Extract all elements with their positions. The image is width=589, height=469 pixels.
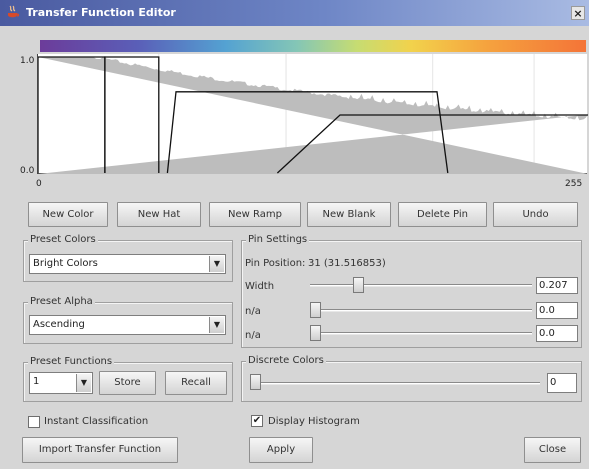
na2-label: n/a	[245, 330, 261, 341]
na2-slider-track[interactable]	[310, 332, 532, 335]
preset-alpha-group: Preset Alpha Ascending ▼	[23, 296, 233, 344]
preset-functions-group: Preset Functions 1 ▼ Store Recall	[23, 356, 233, 402]
delete-pin-button[interactable]: Delete Pin	[398, 202, 487, 227]
pin-settings-group: Pin Settings Pin Position: 31 (31.516853…	[241, 234, 582, 348]
width-slider-thumb[interactable]	[353, 277, 364, 293]
preset-functions-value: 1	[33, 376, 40, 387]
display-histogram-checkbox[interactable]: ✔	[251, 415, 263, 427]
undo-button[interactable]: Undo	[493, 202, 578, 227]
width-label: Width	[245, 281, 275, 292]
width-value-field[interactable]: 0.207	[536, 277, 578, 294]
na1-value-field[interactable]: 0.0	[536, 302, 578, 319]
discrete-colors-slider-track[interactable]	[250, 382, 540, 385]
instant-classification-label: Instant Classification	[44, 416, 149, 427]
checkmark-icon: ✔	[252, 415, 262, 426]
preset-colors-value: Bright Colors	[33, 258, 98, 269]
pin-position-label: Pin Position:	[245, 258, 306, 269]
discrete-colors-slider-thumb[interactable]	[250, 374, 261, 390]
new-ramp-button[interactable]: New Ramp	[209, 202, 301, 227]
new-blank-button[interactable]: New Blank	[307, 202, 391, 227]
preset-alpha-value: Ascending	[33, 319, 85, 330]
na1-slider-track[interactable]	[310, 309, 532, 312]
display-histogram-label: Display Histogram	[268, 416, 360, 427]
discrete-colors-group: Discrete Colors 0	[241, 355, 582, 402]
preset-alpha-select[interactable]: Ascending ▼	[29, 315, 226, 335]
recall-button[interactable]: Recall	[165, 371, 227, 395]
close-button[interactable]: Close	[524, 437, 581, 463]
y-min-label: 0.0	[20, 166, 35, 176]
na2-slider-thumb[interactable]	[310, 325, 321, 341]
discrete-colors-title: Discrete Colors	[246, 355, 326, 366]
title-bar: Transfer Function Editor ×	[0, 0, 589, 26]
java-cup-icon	[8, 5, 20, 18]
preset-colors-select[interactable]: Bright Colors ▼	[29, 254, 226, 274]
store-button[interactable]: Store	[99, 371, 156, 395]
preset-functions-select[interactable]: 1 ▼	[29, 372, 93, 394]
na1-label: n/a	[245, 306, 261, 317]
pin-settings-title: Pin Settings	[246, 234, 310, 245]
color-gradient-bar	[40, 40, 586, 52]
y-max-label: 1.0	[20, 56, 35, 66]
x-max-label: 255	[565, 179, 583, 189]
preset-colors-title: Preset Colors	[28, 234, 98, 245]
na1-slider-thumb[interactable]	[310, 302, 321, 318]
preset-colors-group: Preset Colors Bright Colors ▼	[23, 234, 233, 282]
discrete-colors-value-field[interactable]: 0	[547, 373, 577, 393]
tf-series-0[interactable]	[38, 56, 106, 173]
apply-button[interactable]: Apply	[249, 437, 313, 463]
preset-functions-title: Preset Functions	[28, 356, 115, 367]
new-color-button[interactable]: New Color	[28, 202, 108, 227]
window-close-button[interactable]: ×	[571, 6, 585, 20]
width-slider-track[interactable]	[310, 284, 532, 287]
chevron-down-icon[interactable]: ▼	[209, 256, 224, 272]
pin-position-value: 31 (31.516853)	[308, 258, 386, 269]
new-hat-button[interactable]: New Hat	[117, 202, 201, 227]
preset-alpha-title: Preset Alpha	[28, 296, 95, 307]
import-transfer-function-button[interactable]: Import Transfer Function	[22, 437, 178, 463]
chevron-down-icon[interactable]: ▼	[76, 374, 91, 392]
chevron-down-icon[interactable]: ▼	[209, 317, 224, 333]
plot-svg[interactable]	[38, 54, 588, 174]
window-title: Transfer Function Editor	[26, 6, 176, 19]
instant-classification-checkbox[interactable]	[28, 416, 40, 428]
na2-value-field[interactable]: 0.0	[536, 325, 578, 342]
x-min-label: 0	[36, 179, 42, 189]
transfer-function-plot[interactable]	[37, 54, 588, 174]
